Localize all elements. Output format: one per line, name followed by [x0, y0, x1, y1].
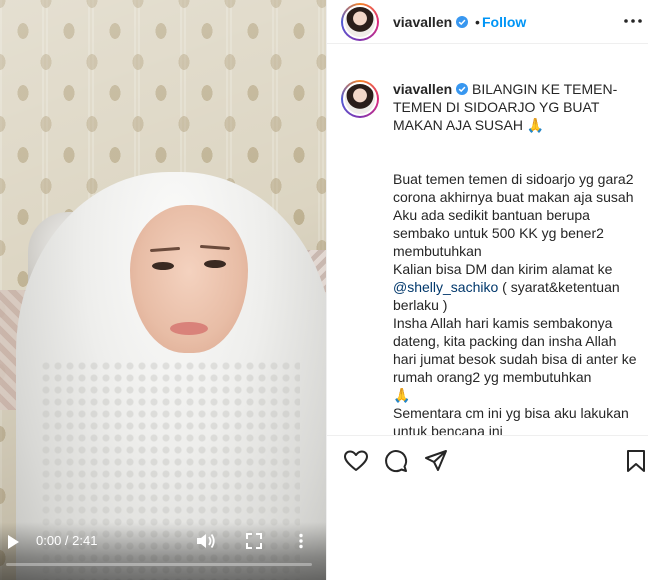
post-actions — [327, 436, 648, 486]
username[interactable]: viavallen — [393, 14, 452, 30]
post-header: viavallen • Follow — [327, 0, 648, 44]
follow-button[interactable]: Follow — [482, 14, 526, 30]
post-author[interactable]: viavallen — [393, 14, 469, 32]
caption-line: 🙏 — [393, 387, 411, 403]
caption-username[interactable]: viavallen — [393, 81, 452, 97]
play-icon[interactable] — [6, 534, 20, 550]
caption-line: Buat temen temen di sidoarjo yg gara2 co… — [393, 171, 634, 205]
comment-icon[interactable] — [383, 448, 409, 474]
bookmark-icon[interactable] — [623, 448, 648, 474]
separator-dot: • — [475, 14, 480, 30]
caption-line: Sementara cm ini yg bisa aku lakukan unt… — [393, 405, 629, 436]
caption-area: viavallen BILANGIN KE TEMEN-TEMEN DI SID… — [327, 44, 648, 436]
video-progress-bar[interactable] — [6, 563, 312, 566]
verified-badge-icon — [456, 83, 469, 95]
heart-icon[interactable] — [343, 448, 369, 474]
fullscreen-icon[interactable] — [246, 533, 262, 549]
video-time: 0:00 / 2:41 — [36, 533, 98, 548]
more-options-icon[interactable] — [623, 14, 643, 28]
caption-line: Insha Allah hari kamis sembakonya dateng… — [393, 315, 637, 385]
caption: viavallen BILANGIN KE TEMEN-TEMEN DI SID… — [393, 80, 639, 436]
post-video[interactable]: 0:00 / 2:41 — [0, 0, 326, 580]
avatar[interactable] — [341, 3, 379, 41]
share-icon[interactable] — [423, 448, 449, 474]
volume-icon[interactable] — [196, 532, 216, 550]
verified-badge-icon — [456, 16, 469, 28]
caption-avatar[interactable] — [341, 80, 379, 118]
video-controls: 0:00 / 2:41 — [0, 522, 326, 580]
more-vertical-icon[interactable] — [296, 533, 306, 549]
caption-line: Kalian bisa DM dan kirim alamat ke — [393, 261, 613, 277]
post-side-panel: viavallen • Follow viavallen BILANGIN KE… — [326, 0, 648, 580]
caption-line: Aku ada sedikit bantuan berupa sembako u… — [393, 207, 604, 259]
mention-link[interactable]: @shelly_sachiko — [393, 279, 498, 295]
